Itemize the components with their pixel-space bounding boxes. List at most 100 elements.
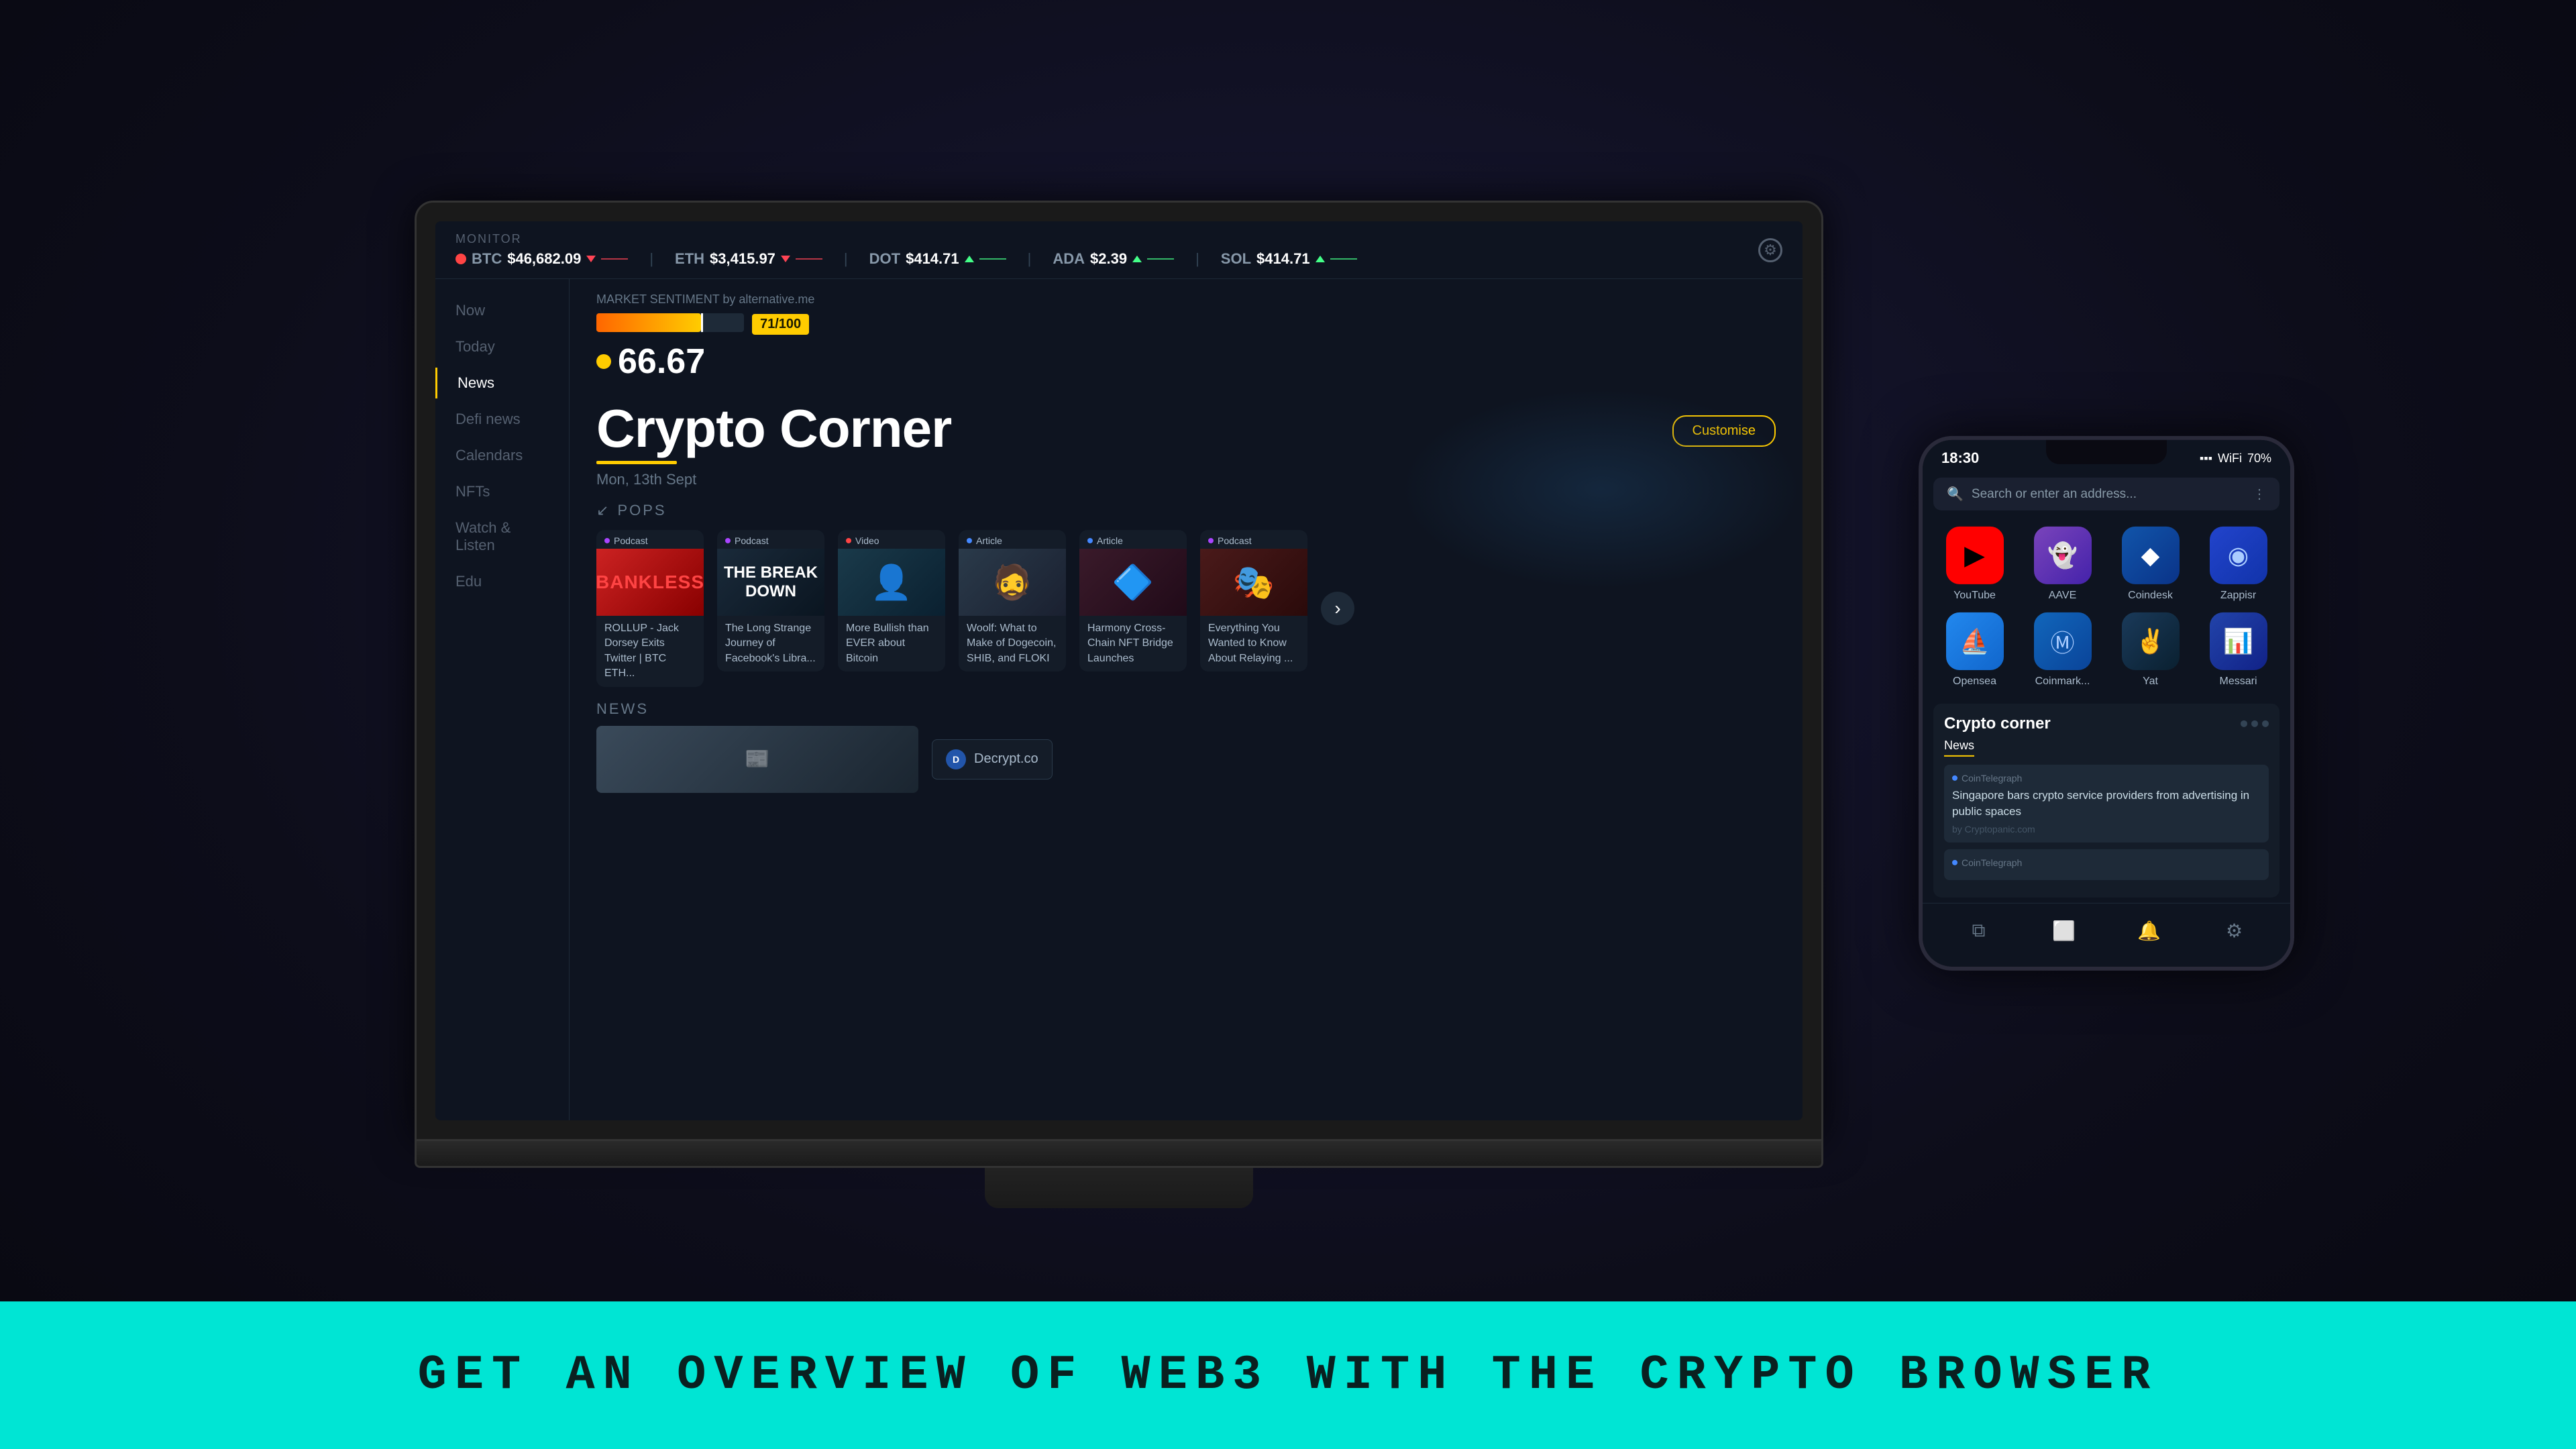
yat-label: Yat xyxy=(2143,676,2158,688)
news-section: NEWS 📰 D xyxy=(570,694,1803,800)
nav-bell-button[interactable]: 🔔 xyxy=(2133,914,2166,947)
sidebar-item-calendars[interactable]: Calendars xyxy=(435,440,569,471)
app-item-messari[interactable]: 📊 Messari xyxy=(2200,612,2277,688)
youtube-icon: ▶ xyxy=(1946,527,2004,584)
bottom-banner-text: GET AN OVERVIEW OF WEB3 WITH THE CRYPTO … xyxy=(418,1348,2159,1403)
app-item-zappisr[interactable]: ◉ Zappisr xyxy=(2200,527,2277,602)
crypto-corner-header: Crypto corner xyxy=(1944,714,2269,733)
coinmarkets-icon: Ⓜ xyxy=(2034,612,2092,670)
app-item-coinmarkets[interactable]: Ⓜ Coinmark... xyxy=(2024,612,2101,688)
nav-settings-button[interactable]: ⚙ xyxy=(2218,914,2251,947)
sidebar-item-watch[interactable]: Watch & Listen xyxy=(435,513,569,561)
pops-card-bankless[interactable]: Podcast BANKLESS ROLLUP - Jack Dorsey Ex… xyxy=(596,530,704,687)
pops-card-breakdown[interactable]: Podcast THE BREAK DOWN The Long Strange … xyxy=(717,530,824,672)
pops-card-jeff[interactable]: Article 🧔 Woolf: What to Make of Dogecoi… xyxy=(959,530,1066,672)
aave-icon: 👻 xyxy=(2034,527,2092,584)
messari-icon: 📊 xyxy=(2210,612,2267,670)
nav-tabs-button[interactable]: ⧉ xyxy=(1962,914,1996,947)
sidebar-item-now[interactable]: Now xyxy=(435,295,569,326)
sentiment-dot xyxy=(596,354,611,369)
phone-battery: 70% xyxy=(2247,451,2271,465)
phone-bottom-nav: ⧉ ⬜ 🔔 ⚙ xyxy=(1923,902,2290,966)
app-item-yat[interactable]: ✌ Yat xyxy=(2112,612,2189,688)
btc-arrow xyxy=(586,256,596,262)
phone-address-bar[interactable]: 🔍 Search or enter an address... ⋮ xyxy=(1933,478,2279,511)
ticker-sol: SOL $414.71 xyxy=(1221,250,1357,268)
opensea-label: Opensea xyxy=(1953,676,1996,688)
eth-price: $3,415.97 xyxy=(710,250,775,268)
sidebar-item-edu[interactable]: Edu xyxy=(435,566,569,597)
scene: MONITOR BTC $46,682.09 | xyxy=(0,0,2576,1449)
sidebar-item-news[interactable]: News xyxy=(435,368,569,398)
breakdown-image: THE BREAK DOWN xyxy=(717,549,824,616)
dot-price: $414.71 xyxy=(906,250,959,268)
sidebar-item-nfts[interactable]: NFTs xyxy=(435,476,569,507)
nav-home-button[interactable]: ⬜ xyxy=(2047,914,2081,947)
settings-button[interactable]: ⚙ xyxy=(1758,237,1782,262)
pops-card-harmony[interactable]: Article 🔷 Harmony Cross-Chain NFT Bridge… xyxy=(1079,530,1187,672)
coinmarkets-label: Coinmark... xyxy=(2035,676,2090,688)
opensea-icon: ⛵ xyxy=(1946,612,2004,670)
pops-card-booming[interactable]: Video 👤 More Bullish than EVER about Bit… xyxy=(838,530,945,672)
sep4: | xyxy=(1195,250,1199,268)
ticker-bar: MONITOR BTC $46,682.09 | xyxy=(435,221,1803,279)
laptop-body: MONITOR BTC $46,682.09 | xyxy=(415,201,1823,1208)
phone-container: 18:30 ▪▪▪ WiFi 70% 🔍 Search or enter an … xyxy=(1919,436,2294,971)
breakdown-title: The Long Strange Journey of Facebook's L… xyxy=(717,616,824,672)
app-item-coindesk[interactable]: ◆ Coindesk xyxy=(2112,527,2189,602)
decrypt-source: Decrypt.co xyxy=(974,751,1038,767)
ticker-eth: ETH $3,415.97 xyxy=(675,250,822,268)
app-item-aave[interactable]: 👻 AAVE xyxy=(2024,527,2101,602)
phone-menu-icon: ⋮ xyxy=(2253,486,2266,502)
zappisr-label: Zappisr xyxy=(2220,590,2256,602)
phone-news-card-1[interactable]: CoinTelegraph Singapore bars crypto serv… xyxy=(1944,765,2269,843)
aave-label: AAVE xyxy=(2049,590,2077,602)
phone-news-tab[interactable]: News xyxy=(1944,739,1974,757)
sentiment-bar-container xyxy=(596,313,744,332)
sep1: | xyxy=(649,250,653,268)
crypto-corner-title: Crypto corner xyxy=(1944,714,2051,733)
breakdown-logo: THE BREAK DOWN xyxy=(717,558,824,606)
news-row: 📰 D Decrypt.co xyxy=(596,726,1776,793)
phone-wifi-icon: WiFi xyxy=(2218,451,2242,465)
youtube-label: YouTube xyxy=(1953,590,1996,602)
sol-name: SOL xyxy=(1221,250,1251,268)
phone-news-card-2[interactable]: CoinTelegraph xyxy=(1944,849,2269,879)
pops-icon: ↙ xyxy=(596,502,610,519)
sep2: | xyxy=(844,250,848,268)
ada-name: ADA xyxy=(1053,250,1085,268)
card-type-podcast3: Podcast xyxy=(1200,530,1307,549)
news-image: 📰 xyxy=(596,726,918,793)
decrypt-badge[interactable]: D Decrypt.co xyxy=(932,739,1053,780)
sentiment-marker xyxy=(701,313,703,332)
pops-card-redcrypto[interactable]: Podcast 🎭 Everything You Wanted to Know … xyxy=(1200,530,1307,672)
app-item-opensea[interactable]: ⛵ Opensea xyxy=(1936,612,2013,688)
news-byline-1: by Cryptopanic.com xyxy=(1952,823,2261,834)
news-img-inner: 📰 xyxy=(596,726,918,793)
zappisr-icon: ◉ xyxy=(2210,527,2267,584)
video-dot xyxy=(846,538,851,543)
phone-address-text: Search or enter an address... xyxy=(1972,486,2245,501)
podcast-dot xyxy=(604,538,610,543)
monitor-label: MONITOR xyxy=(455,232,1357,246)
article-dot2 xyxy=(1087,538,1093,543)
main-content: Now Today News Defi news Calendars NFTs … xyxy=(435,279,1803,1120)
hero-bg xyxy=(1400,388,1803,590)
sidebar-item-today[interactable]: Today xyxy=(435,331,569,362)
sentiment-section: MARKET SENTIMENT by alternative.me 71/10… xyxy=(570,279,1803,388)
phone-search-icon: 🔍 xyxy=(1947,486,1964,502)
laptop-base xyxy=(415,1141,1823,1168)
article-dot xyxy=(967,538,972,543)
sidebar-item-defi[interactable]: Defi news xyxy=(435,404,569,435)
app-item-youtube[interactable]: ▶ YouTube xyxy=(1936,527,2013,602)
pops-next-button[interactable]: › xyxy=(1321,592,1354,625)
bankless-title: ROLLUP - Jack Dorsey Exits Twitter | BTC… xyxy=(596,616,704,687)
ticker-content: MONITOR BTC $46,682.09 | xyxy=(455,232,1357,268)
sentiment-value-row: 66.67 xyxy=(596,341,1776,382)
decrypt-logo: D xyxy=(946,749,966,769)
card-type-article2: Article xyxy=(1079,530,1187,549)
booming-title: More Bullish than EVER about Bitcoin xyxy=(838,616,945,672)
page-title-underline xyxy=(596,461,677,464)
card-type-podcast1: Podcast xyxy=(596,530,704,549)
sentiment-value: 66.67 xyxy=(618,341,705,382)
